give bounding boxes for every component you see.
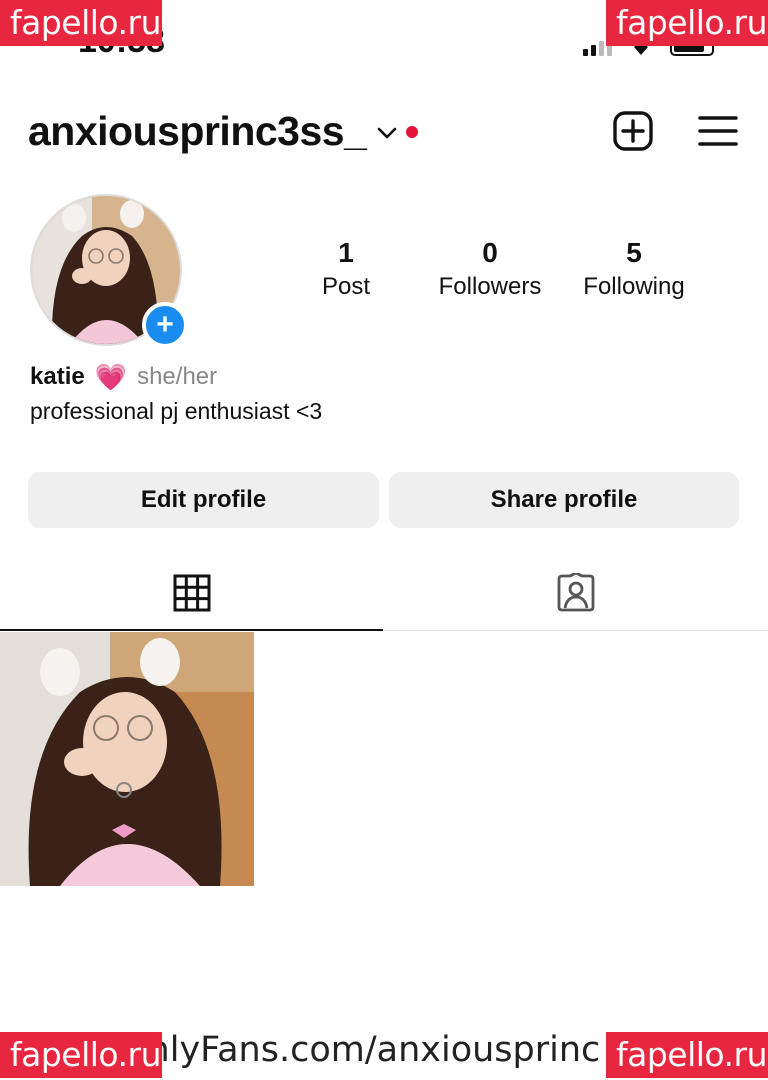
stat-following-label: Following [583, 273, 685, 300]
watermark-top-left: fapello.ru [0, 0, 162, 46]
stat-posts[interactable]: 1 Post [290, 236, 402, 304]
stat-followers-label: Followers [438, 273, 542, 300]
chevron-down-icon[interactable] [376, 126, 398, 140]
bottom-url-text: OnlyFans.com/anxiousprinc [120, 1030, 601, 1070]
display-name: katie [30, 363, 85, 390]
plus-icon: + [156, 308, 174, 341]
notification-dot [406, 126, 419, 138]
stat-following-value: 5 [626, 237, 642, 268]
stat-followers-value: 0 [482, 237, 498, 268]
share-profile-button[interactable]: Share profile [389, 472, 739, 528]
profile-avatar-wrapper[interactable]: + [30, 194, 188, 348]
active-tab-indicator [0, 629, 383, 631]
stat-following[interactable]: 5 Following [578, 236, 690, 304]
plus-square-icon[interactable] [612, 110, 654, 152]
bio-text: professional pj enthusiast <3 [30, 398, 323, 424]
pronouns: she/her [137, 363, 218, 390]
watermark-bottom-left: fapello.ru [0, 1032, 162, 1078]
watermark-top-right: fapello.ru [606, 0, 768, 46]
edit-profile-button[interactable]: Edit profile [28, 472, 379, 528]
hamburger-menu-icon[interactable] [698, 114, 738, 148]
profile-header: anxiousprinc3ss_ [28, 106, 738, 156]
grid-icon [173, 574, 210, 612]
heart-emoji: 💗 [94, 362, 128, 392]
tagged-person-icon [557, 573, 594, 612]
stat-followers[interactable]: 0 Followers [402, 236, 578, 304]
tab-tagged[interactable] [383, 556, 768, 630]
watermark-bottom-right: fapello.ru [606, 1032, 768, 1078]
post-thumbnail[interactable] [0, 632, 254, 886]
username[interactable]: anxiousprinc3ss_ [28, 108, 367, 155]
add-story-badge[interactable]: + [142, 302, 188, 348]
profile-tabs [0, 556, 768, 631]
stat-posts-value: 1 [338, 237, 354, 268]
stat-posts-label: Post [321, 273, 371, 300]
profile-bio: katie 💗 she/her professional pj enthusia… [30, 362, 322, 428]
profile-stats: 1 Post 0 Followers 5 Following [290, 236, 710, 304]
name-line: katie 💗 she/her [30, 362, 322, 392]
tab-posts-grid[interactable] [0, 556, 383, 630]
